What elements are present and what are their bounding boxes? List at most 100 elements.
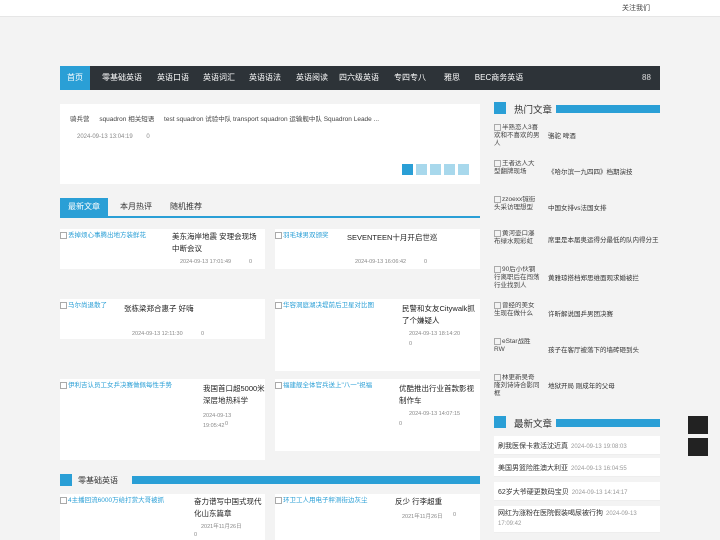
- floating-button-bottom[interactable]: [688, 438, 708, 456]
- article-thumbnail[interactable]: 4主播回流6000万给打赏大哥被抓: [60, 494, 190, 504]
- broken-image-icon: [494, 374, 501, 381]
- broken-image-icon: [275, 496, 282, 504]
- article-count: 0: [453, 512, 457, 518]
- new-article-item[interactable]: 62岁大爷硬更数码宝贝 2024-09-13 14:14:17: [494, 482, 660, 501]
- hot-item[interactable]: 林更新吴奇隆刘诗诗合影同框 地狱开局 刚成年的父母: [494, 374, 660, 408]
- section-basic-english-header: 零基础英语: [60, 474, 480, 486]
- article-thumbnail[interactable]: 环卫工人用电子秤测街边灰尘: [275, 494, 391, 504]
- article-title[interactable]: 我国首口超5000米深层地热科学: [203, 383, 265, 407]
- article-card[interactable]: 环卫工人用电子秤测街边灰尘 反少 行李超重 2021年11月26日 0: [275, 494, 480, 540]
- floating-button-top[interactable]: [688, 416, 708, 434]
- slider-dot-2[interactable]: [416, 164, 427, 175]
- news-item[interactable]: squadron 相关短语: [99, 116, 154, 123]
- new-article-item[interactable]: 刷我医保卡救活沈近真 2024-09-13 19:08:03: [494, 436, 660, 455]
- new-article-title[interactable]: 62岁大爷硬更数码宝贝: [498, 489, 569, 496]
- menu-icon[interactable]: 88: [642, 66, 651, 90]
- article-thumbnail[interactable]: 丢掉烦心事腾出地方装鲜花: [60, 229, 170, 239]
- broken-image-icon: [60, 301, 67, 309]
- hot-item-image[interactable]: eStar战胜RW: [494, 338, 540, 370]
- hot-item-image[interactable]: 90后小伙钢行离职后在闯荡行业找到人: [494, 266, 540, 298]
- article-title[interactable]: 优酷推出行业首款影视制作车: [399, 383, 477, 407]
- new-article-item[interactable]: 美国男篮险胜澳大利亚 2024-09-13 16:04:55: [494, 458, 660, 477]
- article-thumbnail[interactable]: 马尔尚退散了: [60, 299, 120, 309]
- hot-item-title[interactable]: 黄雅琼搭档郑思维面观求婚被拦: [548, 272, 639, 282]
- section-marker: [60, 474, 72, 486]
- news-item[interactable]: test squadron 试验中队 transport squadron 运输…: [164, 116, 379, 123]
- hot-item-title[interactable]: 骆驼 啤酒: [548, 130, 576, 140]
- hot-item-image[interactable]: 黄河壶口瀑布绿水观彩虹: [494, 230, 540, 262]
- tab-latest[interactable]: 最新文章: [60, 198, 108, 216]
- new-article-title[interactable]: 刷我医保卡救活沈近真: [498, 443, 568, 450]
- new-article-title[interactable]: 网红为涨粉在医院假装喝尿被行拘: [498, 510, 603, 517]
- article-card[interactable]: 丢掉烦心事腾出地方装鲜花 美东海岸地震 安理会现场中断会议 2024-09-13…: [60, 229, 265, 269]
- news-line[interactable]: 骑兵营 squadron 相关短语 test squadron 试验中队 tra…: [70, 113, 387, 123]
- article-title[interactable]: SEVENTEEN十月开启世巡: [347, 232, 477, 244]
- broken-image-icon: [275, 301, 282, 309]
- hot-item[interactable]: 半熟恋人3喜欢和不喜欢的男人 骆驼 啤酒: [494, 124, 660, 158]
- nav-item-bec[interactable]: BEC商务英语: [472, 66, 526, 90]
- article-card[interactable]: 华容洞庭湖决堤前后卫星对比图 民警和女友Citywalk抓了个嫌疑人 2024-…: [275, 299, 480, 371]
- article-card[interactable]: 羽毛球男双颁奖 SEVENTEEN十月开启世巡 2024-09-13 16:06…: [275, 229, 480, 269]
- nav-item-reading[interactable]: 英语阅读: [288, 66, 336, 90]
- hot-item[interactable]: zzoexx铖街头采访理想型 中国女排vs法国女排: [494, 196, 660, 230]
- hot-item-image[interactable]: 曾经的美女生现在做什么: [494, 302, 540, 334]
- article-title[interactable]: 奋力谱写中国式现代化山东篇章: [194, 496, 262, 520]
- hot-item[interactable]: eStar战胜RW 孩子在客厅被落下的墙砖砸到头: [494, 338, 660, 372]
- hot-item-title[interactable]: 孩子在客厅被落下的墙砖砸到头: [548, 344, 639, 354]
- hot-item-image[interactable]: zzoexx铖街头采访理想型: [494, 196, 540, 228]
- article-tabs: 最新文章 本月热评 随机推荐: [60, 198, 480, 218]
- section-marker: [494, 102, 506, 114]
- hot-item[interactable]: 黄河壶口瀑布绿水观彩虹 席里是本届奥运得分最低的队内得分王: [494, 230, 660, 264]
- section-title[interactable]: 零基础英语: [78, 475, 118, 486]
- article-thumbnail[interactable]: 福建舰全体官兵送上"八一"祝福: [275, 379, 397, 389]
- article-title[interactable]: 反少 行李超重: [395, 496, 477, 508]
- new-articles-title: 最新文章: [514, 419, 553, 430]
- article-card[interactable]: 福建舰全体官兵送上"八一"祝福 优酷推出行业首款影视制作车 2024-09-13…: [275, 379, 480, 451]
- nav-item-home[interactable]: 首页: [60, 66, 90, 90]
- new-article-item[interactable]: 网红为涨粉在医院假装喝尿被行拘 2024-09-13 17:09:42: [494, 506, 660, 533]
- broken-image-icon: [494, 338, 501, 345]
- nav-item-grammar[interactable]: 英语语法: [242, 66, 288, 90]
- article-card[interactable]: 4主播回流6000万给打赏大哥被抓 奋力谱写中国式现代化山东篇章 2021年11…: [60, 494, 265, 540]
- nav-item-vocab[interactable]: 英语词汇: [196, 66, 242, 90]
- article-title[interactable]: 张栋梁郑合惠子 好嗨: [124, 303, 262, 315]
- section-bar: [132, 476, 480, 484]
- hot-articles-list: 半熟恋人3喜欢和不喜欢的男人 骆驼 啤酒 王者达人大型翻牌现场 《哈尔滨一九四四…: [494, 120, 660, 420]
- hot-item-title[interactable]: 《哈尔滨一九四四》档期演技: [548, 166, 633, 176]
- slider-dot-1[interactable]: [402, 164, 413, 175]
- article-thumbnail[interactable]: 伊利吉认员工女乒决赛做佩每性手势: [60, 379, 202, 389]
- new-article-title[interactable]: 美国男篮险胜澳大利亚: [498, 465, 568, 472]
- hot-item-title[interactable]: 席里是本届奥运得分最低的队内得分王: [548, 234, 659, 244]
- hot-item[interactable]: 90后小伙钢行离职后在闯荡行业找到人 黄雅琼搭档郑思维面观求婚被拦: [494, 266, 660, 300]
- nav-item-basic-english[interactable]: 零基础英语: [94, 66, 150, 90]
- hot-item[interactable]: 曾经的美女生现在做什么 许昕解说国乒男团决赛: [494, 302, 660, 336]
- hot-item-title[interactable]: 许昕解说国乒男团决赛: [548, 308, 613, 318]
- hot-item-title[interactable]: 地狱开局 刚成年的父母: [548, 380, 615, 390]
- article-thumbnail[interactable]: 华容洞庭湖决堤前后卫星对比图: [275, 299, 401, 309]
- nav-item-tem[interactable]: 专四专八: [390, 66, 430, 90]
- hot-item-image[interactable]: 王者达人大型翻牌现场: [494, 160, 540, 192]
- tab-monthly-hot[interactable]: 本月热评: [114, 198, 158, 216]
- hot-item[interactable]: 王者达人大型翻牌现场 《哈尔滨一九四四》档期演技: [494, 160, 660, 194]
- hot-item-image[interactable]: 半熟恋人3喜欢和不喜欢的男人: [494, 124, 540, 156]
- slider-dot-4[interactable]: [444, 164, 455, 175]
- article-date: 2024-09-13 17:01:49: [180, 259, 232, 265]
- broken-image-icon: [275, 231, 282, 239]
- article-thumbnail[interactable]: 羽毛球男双颁奖: [275, 229, 345, 239]
- slider-dot-3[interactable]: [430, 164, 441, 175]
- article-count: 0: [194, 532, 198, 538]
- follow-us-link[interactable]: 关注我们: [622, 3, 650, 13]
- article-card[interactable]: 伊利吉认员工女乒决赛做佩每性手势 我国首口超5000米深层地热科学 2024-0…: [60, 379, 265, 460]
- news-item[interactable]: 骑兵营: [70, 116, 90, 123]
- article-count: 0: [424, 259, 428, 265]
- hot-item-image[interactable]: 林更新吴奇隆刘诗诗合影同框: [494, 374, 540, 406]
- article-title[interactable]: 美东海岸地震 安理会现场中断会议: [172, 231, 264, 255]
- nav-item-spoken[interactable]: 英语口语: [150, 66, 196, 90]
- nav-item-ielts[interactable]: 雅思: [438, 66, 466, 90]
- slider-dot-5[interactable]: [458, 164, 469, 175]
- article-title[interactable]: 民警和女友Citywalk抓了个嫌疑人: [402, 303, 478, 327]
- hot-item-title[interactable]: 中国女排vs法国女排: [548, 202, 607, 212]
- article-card[interactable]: 马尔尚退散了 张栋梁郑合惠子 好嗨 2024-09-13 12:11:30 0: [60, 299, 265, 339]
- tab-random[interactable]: 随机推荐: [164, 198, 208, 216]
- nav-item-cet[interactable]: 四六级英语: [336, 66, 382, 90]
